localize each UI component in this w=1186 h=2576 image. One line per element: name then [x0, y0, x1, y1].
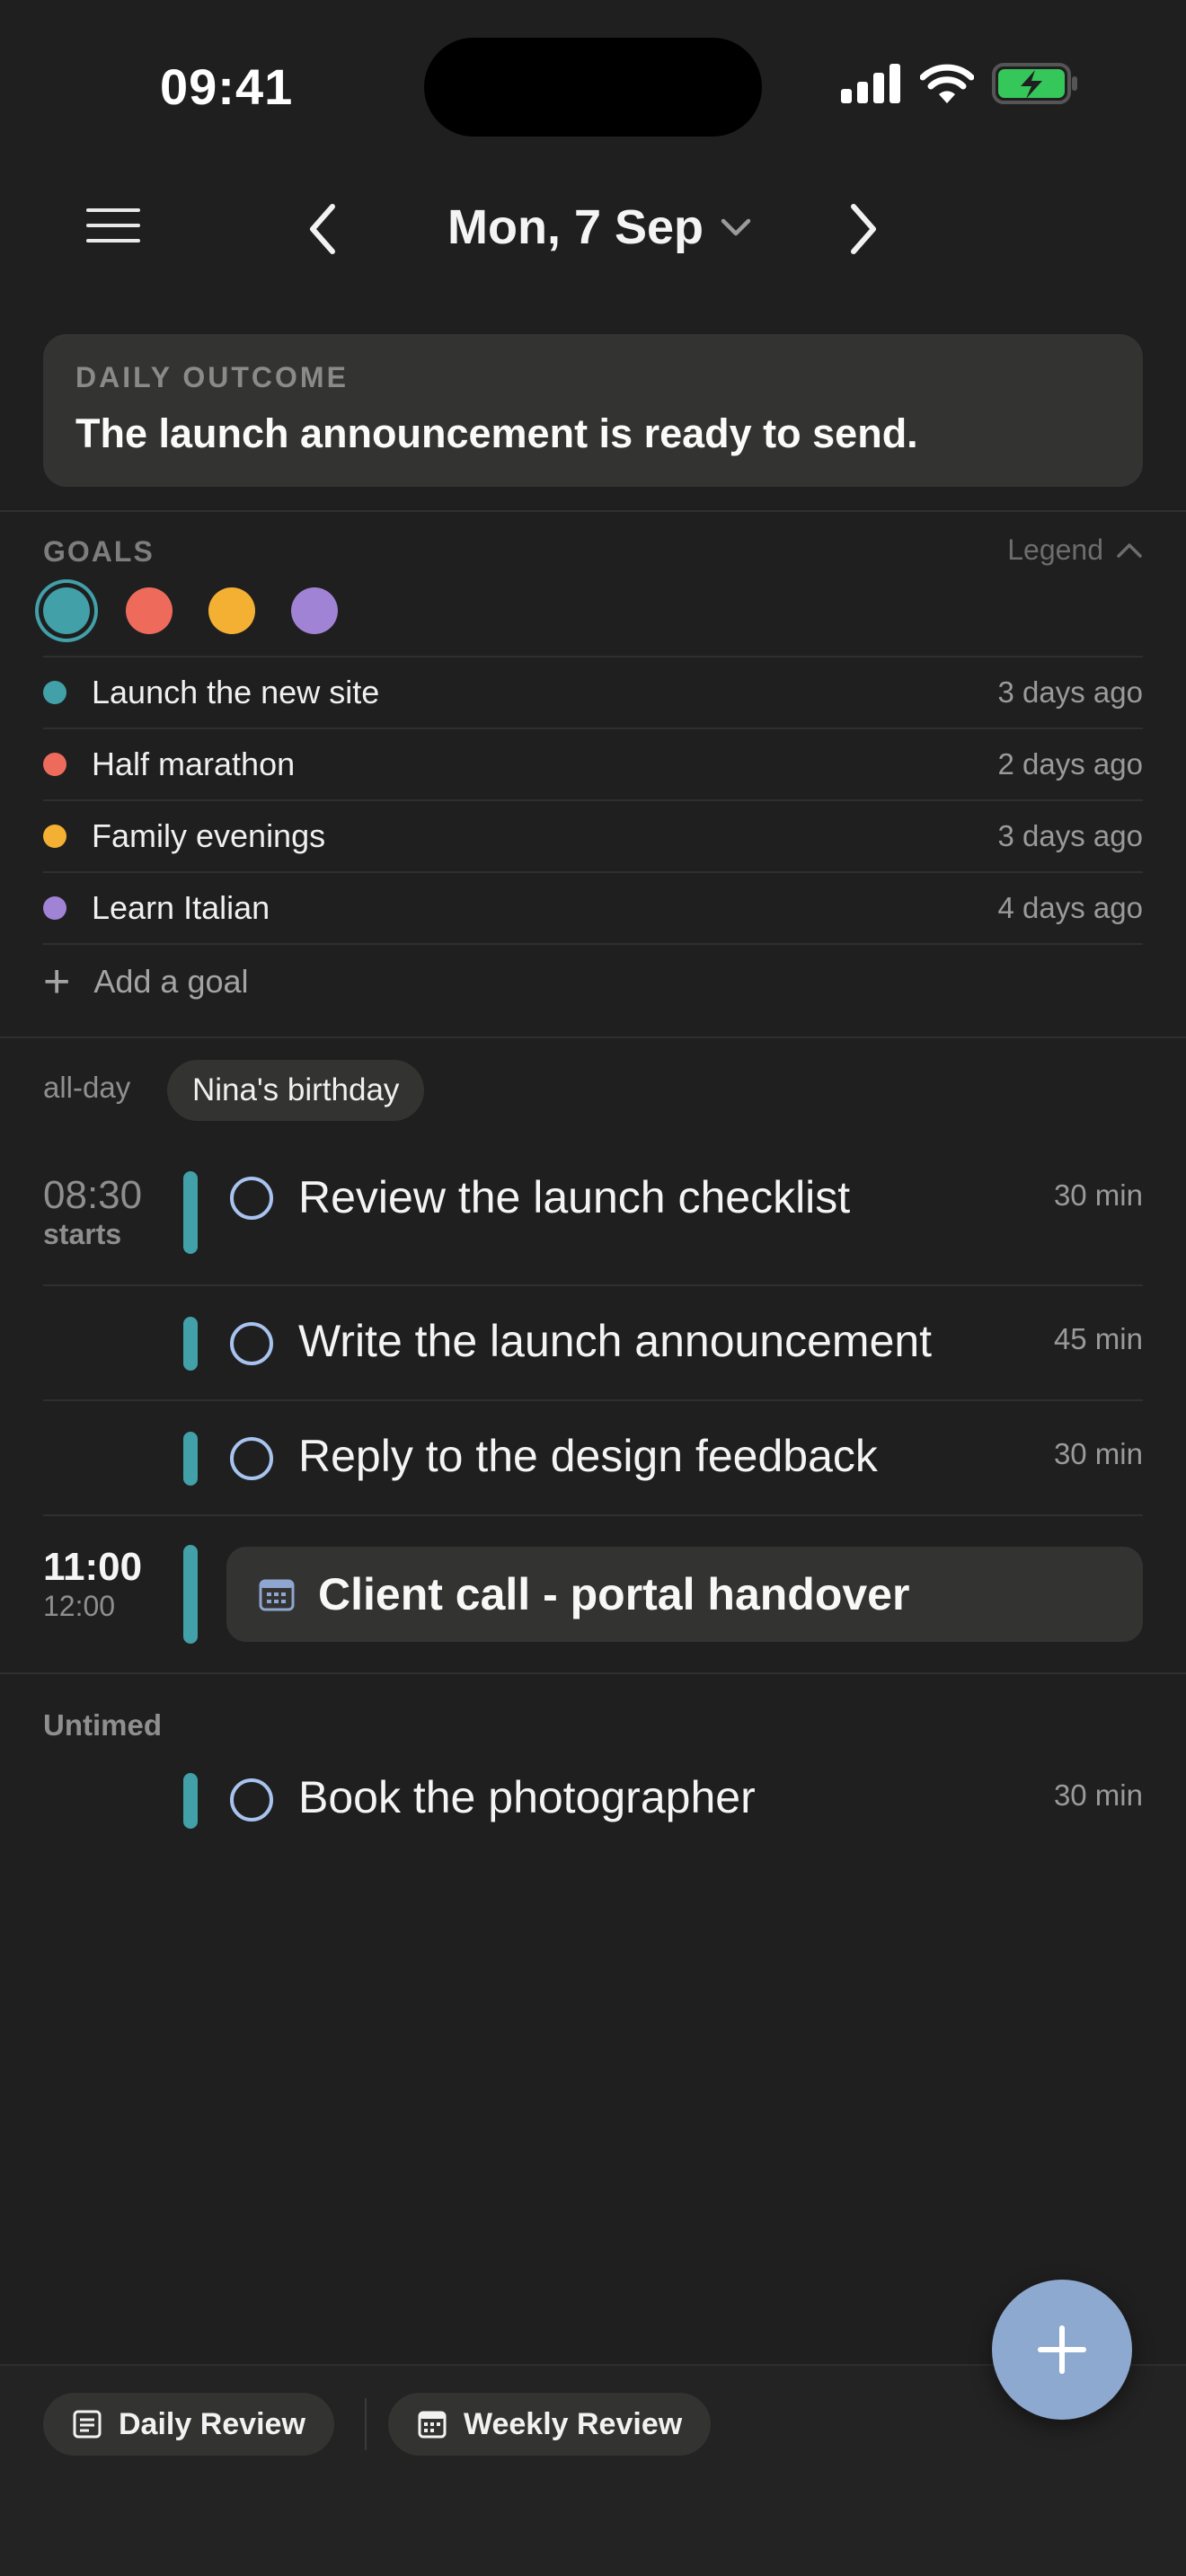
- divider: [0, 1672, 1186, 1674]
- dynamic-island: [424, 38, 762, 137]
- divider: [43, 1284, 1143, 1286]
- daily-review-label: Daily Review: [119, 2406, 305, 2441]
- legend-toggle[interactable]: Legend: [1007, 534, 1143, 567]
- goal-color-bar: [183, 1773, 198, 1829]
- next-day-button[interactable]: [836, 198, 890, 260]
- plus-icon: +: [43, 956, 71, 1008]
- task-title[interactable]: Write the launch announcement: [298, 1315, 932, 1367]
- battery-charging-icon: [992, 63, 1077, 104]
- goal-filter-dot[interactable]: [126, 587, 173, 634]
- goal-row[interactable]: Launch the new site 3 days ago: [43, 657, 1143, 728]
- event-start-time: 11:00: [43, 1545, 143, 1589]
- goal-row[interactable]: Learn Italian 4 days ago: [43, 873, 1143, 943]
- task-checkbox[interactable]: [230, 1322, 273, 1365]
- weekly-review-button[interactable]: Weekly Review: [388, 2393, 712, 2456]
- task-title[interactable]: Book the photographer: [298, 1771, 756, 1823]
- goal-last-activity: 4 days ago: [997, 891, 1143, 924]
- add-goal-label: Add a goal: [93, 963, 249, 1000]
- divider: [0, 1037, 1186, 1038]
- add-goal-button[interactable]: + Add a goal: [43, 947, 249, 1017]
- goal-last-activity: 3 days ago: [997, 819, 1143, 852]
- menu-button[interactable]: [86, 208, 140, 248]
- goal-color-bar: [183, 1432, 198, 1486]
- goal-name: Learn Italian: [92, 889, 270, 926]
- chevron-down-icon: [721, 218, 751, 236]
- goal-color-bar: [183, 1171, 198, 1254]
- untimed-label: Untimed: [43, 1708, 162, 1742]
- goal-color-bar: [183, 1545, 198, 1644]
- goal-row[interactable]: Half marathon 2 days ago: [43, 729, 1143, 799]
- date-picker[interactable]: Mon, 7 Sep: [447, 199, 752, 255]
- task-title[interactable]: Review the launch checklist: [298, 1171, 850, 1223]
- goal-row[interactable]: Family evenings 3 days ago: [43, 801, 1143, 871]
- goal-color-dot: [43, 825, 66, 848]
- goal-color-bar: [183, 1317, 198, 1371]
- task-title[interactable]: Reply to the design feedback: [298, 1430, 878, 1482]
- goal-color-dot: [43, 681, 66, 704]
- goal-name: Family evenings: [92, 817, 326, 854]
- goal-color-dot: [43, 753, 66, 776]
- goal-last-activity: 3 days ago: [997, 675, 1143, 709]
- goal-filter-dot[interactable]: [291, 587, 338, 634]
- event-end-time: 12:00: [43, 1590, 116, 1622]
- calendar-event-card[interactable]: Client call - portal handover: [226, 1547, 1143, 1642]
- planner-screen: 09:41 Mon, 7 Sep DAILY OUTCOME The launc…: [0, 0, 1186, 2576]
- calendar-icon: [259, 1579, 295, 1611]
- legend-label: Legend: [1007, 534, 1103, 566]
- toolbar-separator: [365, 2398, 367, 2450]
- calendar-icon: [418, 2411, 447, 2439]
- block-start-time: 08:30: [43, 1173, 143, 1217]
- plus-icon: [1038, 2325, 1086, 2374]
- cellular-signal-icon: [841, 64, 900, 103]
- status-time: 09:41: [160, 58, 294, 115]
- divider: [43, 943, 1143, 945]
- add-task-button[interactable]: [992, 2280, 1132, 2420]
- divider: [43, 1514, 1143, 1516]
- daily-review-button[interactable]: Daily Review: [43, 2393, 334, 2456]
- event-title: Client call - portal handover: [318, 1569, 910, 1619]
- goal-name: Launch the new site: [92, 674, 380, 710]
- wifi-icon: [920, 64, 974, 103]
- goal-last-activity: 2 days ago: [997, 747, 1143, 781]
- daily-outcome-label: DAILY OUTCOME: [75, 361, 349, 393]
- daily-outcome-text: The launch announcement is ready to send…: [75, 410, 918, 456]
- divider: [43, 1399, 1143, 1401]
- task-checkbox[interactable]: [230, 1177, 273, 1220]
- goal-filter-dot[interactable]: [208, 587, 255, 634]
- all-day-label: all-day: [43, 1071, 131, 1104]
- goals-label: GOALS: [43, 535, 155, 568]
- status-icons: [841, 63, 1078, 104]
- block-start-label: starts: [43, 1218, 122, 1250]
- divider: [0, 510, 1186, 512]
- goal-filter-dot[interactable]: [43, 587, 90, 634]
- task-duration: 30 min: [1053, 1778, 1143, 1812]
- goal-color-dot: [43, 896, 66, 920]
- task-duration: 30 min: [1053, 1178, 1143, 1212]
- event-time: 11:00 12:00: [43, 1545, 142, 1623]
- date-label: Mon, 7 Sep: [447, 200, 704, 254]
- chevron-up-icon: [1117, 543, 1142, 558]
- task-duration: 45 min: [1053, 1322, 1143, 1355]
- time-block-start: 08:30 starts: [43, 1173, 142, 1251]
- task-checkbox[interactable]: [230, 1778, 273, 1822]
- weekly-review-label: Weekly Review: [464, 2406, 683, 2441]
- document-icon: [73, 2410, 102, 2439]
- goal-name: Half marathon: [92, 745, 296, 782]
- previous-day-button[interactable]: [296, 198, 350, 260]
- task-checkbox[interactable]: [230, 1437, 273, 1480]
- goal-color-filter: [43, 587, 338, 634]
- task-duration: 30 min: [1053, 1437, 1143, 1470]
- daily-outcome-card[interactable]: DAILY OUTCOME The launch announcement is…: [43, 334, 1143, 487]
- all-day-event-chip[interactable]: Nina's birthday: [167, 1060, 425, 1121]
